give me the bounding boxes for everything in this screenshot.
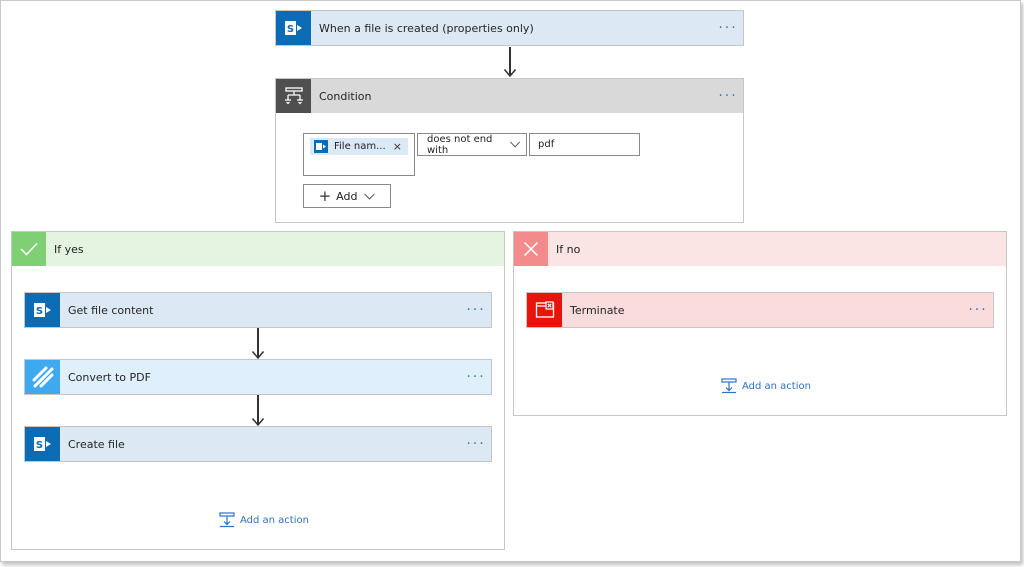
close-icon <box>514 232 548 266</box>
if-yes-label: If yes <box>54 242 84 256</box>
action-menu-button[interactable]: ··· <box>461 437 491 451</box>
token-label: File nam... <box>334 141 386 152</box>
if-no-label: If no <box>556 242 581 256</box>
flow-arrow <box>504 47 516 77</box>
if-yes-add-action-link[interactable]: Add an action <box>219 512 309 528</box>
create-file-card[interactable]: S Create file ··· <box>24 426 492 462</box>
if-no-header[interactable]: If no <box>514 232 1006 266</box>
svg-text:S: S <box>35 440 42 451</box>
condition-value-input[interactable] <box>529 133 640 156</box>
convert-icon <box>25 360 60 394</box>
condition-title: Condition <box>319 89 372 103</box>
if-yes-header[interactable]: If yes <box>12 232 504 266</box>
trigger-card[interactable]: S When a file is created (properties onl… <box>275 10 744 46</box>
condition-card[interactable]: Condition ··· <box>275 78 744 114</box>
dynamic-content-token[interactable]: File nam... × <box>310 138 408 155</box>
condition-menu-button[interactable]: ··· <box>713 89 743 103</box>
add-button-label: Add <box>336 189 358 203</box>
convert-to-pdf-card[interactable]: Convert to PDF ··· <box>24 359 492 395</box>
action-menu-button[interactable]: ··· <box>461 370 491 384</box>
action-title: Create file <box>68 437 125 451</box>
sharepoint-icon: S <box>25 427 60 461</box>
action-menu-button[interactable]: ··· <box>963 303 993 317</box>
svg-text:S: S <box>35 306 42 317</box>
action-menu-button[interactable]: ··· <box>461 303 491 317</box>
chevron-down-icon <box>364 192 376 200</box>
condition-operator-select[interactable]: does not end with <box>417 133 527 156</box>
add-condition-button[interactable]: + Add <box>303 184 391 208</box>
trigger-menu-button[interactable]: ··· <box>713 21 743 35</box>
add-action-label: Add an action <box>742 380 811 392</box>
svg-text:S: S <box>286 24 293 35</box>
plus-icon: + <box>318 186 332 205</box>
operator-value: does not end with <box>427 133 493 156</box>
condition-left-operand[interactable]: File nam... × <box>303 133 415 176</box>
token-remove-button[interactable]: × <box>393 140 402 153</box>
flow-arrow <box>252 328 264 359</box>
flow-arrow <box>252 395 264 426</box>
action-title: Terminate <box>570 303 625 317</box>
trigger-title: When a file is created (properties only) <box>319 21 534 35</box>
add-action-icon <box>721 378 737 394</box>
chevron-down-icon <box>509 141 520 148</box>
condition-icon <box>276 79 311 113</box>
if-no-add-action-link[interactable]: Add an action <box>721 378 811 394</box>
action-title: Convert to PDF <box>68 370 151 384</box>
sharepoint-icon <box>314 140 328 153</box>
add-action-icon <box>219 512 235 528</box>
terminate-icon <box>527 293 562 327</box>
terminate-card[interactable]: Terminate ··· <box>526 292 994 328</box>
action-title: Get file content <box>68 303 154 317</box>
sharepoint-icon: S <box>276 11 311 45</box>
get-file-content-card[interactable]: S Get file content ··· <box>24 292 492 328</box>
sharepoint-icon: S <box>25 293 60 327</box>
checkmark-icon <box>12 232 46 266</box>
add-action-label: Add an action <box>240 514 309 526</box>
